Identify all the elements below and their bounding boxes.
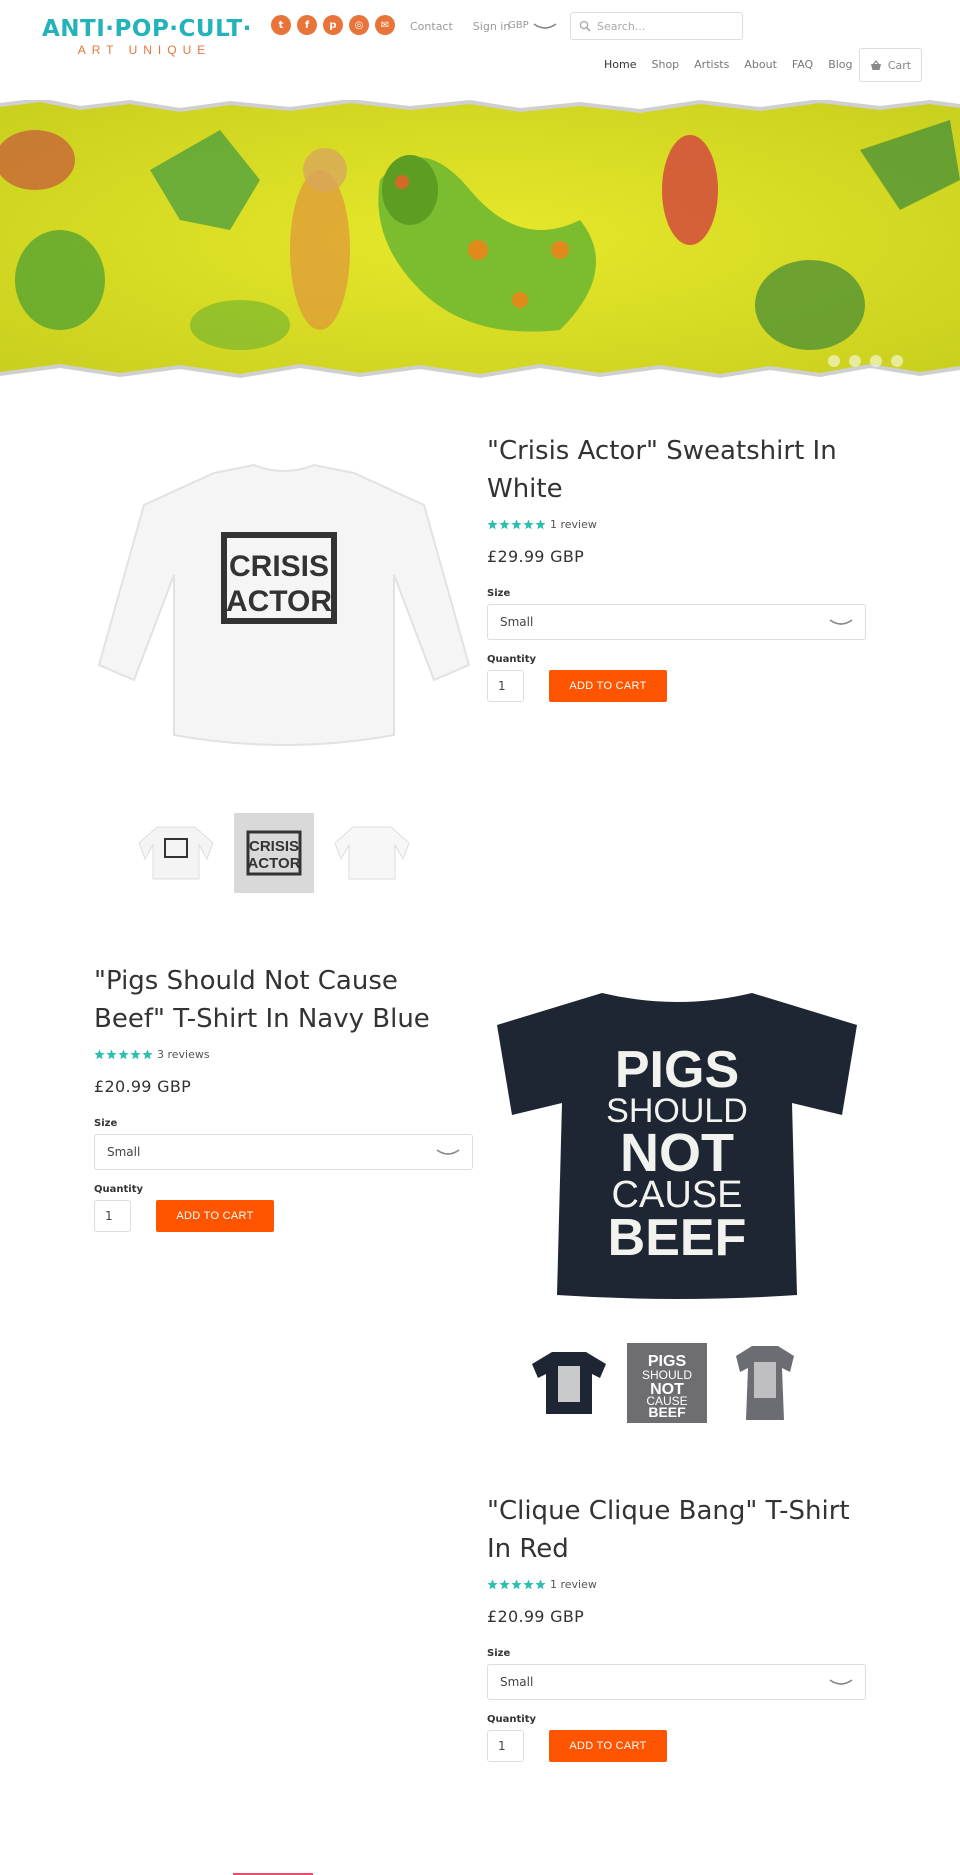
quantity-input[interactable]: 1 [487, 1730, 524, 1762]
search-box[interactable] [570, 12, 743, 40]
slider-dots [828, 355, 903, 367]
facebook-icon[interactable]: f [297, 15, 317, 35]
thumbnails-pigs-beef: PIGS SHOULD NOT CAUSE BEEF [529, 1343, 805, 1423]
product-price: £29.99 GBP [487, 547, 585, 566]
twitter-icon[interactable]: t [271, 15, 291, 35]
nav-artists[interactable]: Artists [694, 58, 729, 71]
rating[interactable]: 3 reviews [94, 1048, 474, 1061]
add-to-cart-button[interactable]: ADD TO CART [549, 670, 667, 702]
nav-about[interactable]: About [744, 58, 777, 71]
instagram-icon[interactable]: ◎ [349, 15, 369, 35]
product-info-clique-bang: "Clique Clique Bang" T-Shirt In Red 1 re… [487, 1492, 867, 1762]
cart-button[interactable]: Cart [859, 48, 922, 82]
review-count: 3 reviews [157, 1048, 210, 1061]
slider-dot[interactable] [828, 355, 840, 367]
rating[interactable]: 1 review [487, 518, 867, 531]
product-info-crisis-actor: "Crisis Actor" Sweatshirt In White 1 rev… [487, 432, 867, 702]
sign-in-link[interactable]: Sign in [473, 20, 511, 33]
banner-artwork [0, 100, 960, 380]
size-value: Small [500, 615, 534, 629]
product-info-pigs-beef: "Pigs Should Not Cause Beef" T-Shirt In … [94, 962, 474, 1232]
print-line-2: ACTOR [226, 585, 332, 618]
basket-icon [870, 59, 881, 70]
product-title[interactable]: "Pigs Should Not Cause Beef" T-Shirt In … [94, 962, 474, 1038]
contact-link[interactable]: Contact [410, 20, 453, 33]
product-price: £20.99 GBP [487, 1607, 585, 1626]
thumbnail[interactable]: CRISIS ACTOR [234, 813, 314, 893]
star-rating-icon [487, 1579, 546, 1590]
svg-text:BEEF: BEEF [648, 1404, 686, 1418]
print-line-5: BEEF [608, 1209, 747, 1267]
chevron-down-icon [829, 1679, 853, 1685]
thumbnails-crisis-actor: CRISIS ACTOR [136, 813, 412, 893]
chevron-down-icon [829, 619, 853, 625]
nav-shop[interactable]: Shop [651, 58, 679, 71]
star-rating-icon [94, 1049, 153, 1060]
nav-blog[interactable]: Blog [828, 58, 852, 71]
review-count: 1 review [550, 1578, 597, 1591]
thumbnail[interactable]: PIGS SHOULD NOT CAUSE BEEF [627, 1343, 707, 1423]
hero-banner[interactable] [0, 100, 960, 380]
logo-sub-text: ART UNIQUE [77, 43, 212, 57]
quantity-label: Quantity [487, 654, 536, 665]
social-links: t f p ◎ ✉ [271, 15, 395, 35]
slider-dot[interactable] [891, 355, 903, 367]
product-price: £20.99 GBP [94, 1077, 192, 1096]
thumbnail[interactable] [332, 813, 412, 893]
review-count: 1 review [550, 518, 597, 531]
slider-dot[interactable] [849, 355, 861, 367]
svg-text:ACTOR: ACTOR [247, 855, 300, 872]
size-label: Size [94, 1118, 118, 1129]
quantity-input[interactable]: 1 [487, 670, 524, 702]
logo-main-text: ANTI·POP·CULT· [42, 16, 252, 42]
quantity-label: Quantity [487, 1714, 536, 1725]
svg-text:SHOULD: SHOULD [642, 1368, 692, 1382]
print-line-1: CRISIS [229, 550, 329, 583]
size-select[interactable]: Small [487, 604, 866, 640]
size-label: Size [487, 588, 511, 599]
chevron-down-icon [533, 22, 557, 29]
chevron-down-icon [436, 1149, 460, 1155]
slider-dot[interactable] [870, 355, 882, 367]
site-logo[interactable]: ANTI·POP·CULT· ART UNIQUE [42, 16, 252, 58]
currency-label: GBP [508, 20, 529, 31]
nav-faq[interactable]: FAQ [792, 58, 813, 71]
cart-label: Cart [887, 58, 912, 72]
size-value: Small [500, 1675, 534, 1689]
print-line-1: PIGS [615, 1041, 739, 1099]
thumbnail[interactable] [529, 1343, 609, 1423]
top-links: Contact Sign in [410, 20, 510, 33]
nav-home[interactable]: Home [604, 58, 636, 71]
quantity-input[interactable]: 1 [94, 1200, 131, 1232]
currency-selector[interactable]: GBP [508, 20, 557, 31]
site-header: ANTI·POP·CULT· ART UNIQUE t f p ◎ ✉ Cont… [0, 0, 960, 100]
email-icon[interactable]: ✉ [375, 15, 395, 35]
main-nav: Home Shop Artists About FAQ Blog [604, 58, 853, 71]
size-select[interactable]: Small [487, 1664, 866, 1700]
product-title[interactable]: "Crisis Actor" Sweatshirt In White [487, 432, 867, 508]
size-value: Small [107, 1145, 141, 1159]
size-select[interactable]: Small [94, 1134, 473, 1170]
add-to-cart-button[interactable]: ADD TO CART [156, 1200, 274, 1232]
product-image-pigs-beef[interactable]: PIGS SHOULD NOT CAUSE BEEF [492, 985, 862, 1300]
pinterest-icon[interactable]: p [323, 15, 343, 35]
size-label: Size [487, 1648, 511, 1659]
rating[interactable]: 1 review [487, 1578, 867, 1591]
star-rating-icon [487, 519, 546, 530]
product-title[interactable]: "Clique Clique Bang" T-Shirt In Red [487, 1492, 867, 1568]
quantity-label: Quantity [94, 1184, 143, 1195]
thumbnail[interactable] [725, 1343, 805, 1423]
search-icon [579, 20, 591, 32]
thumbnail[interactable] [136, 813, 216, 893]
add-to-cart-button[interactable]: ADD TO CART [549, 1730, 667, 1762]
search-input[interactable] [597, 19, 737, 33]
svg-text:CRISIS: CRISIS [249, 838, 299, 855]
product-image-crisis-actor[interactable]: CRISIS ACTOR [94, 455, 474, 755]
